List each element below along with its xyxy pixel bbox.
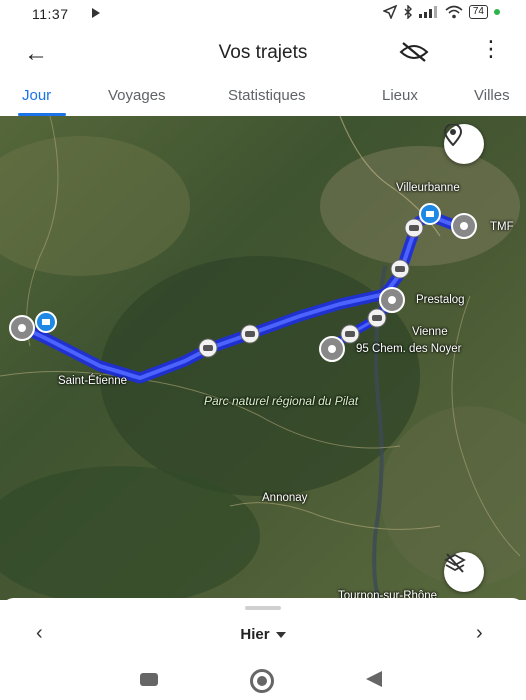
shopping-pin[interactable] (419, 203, 441, 225)
car-marker[interactable] (390, 259, 410, 279)
tab-voyages[interactable]: Voyages (108, 87, 166, 104)
dropdown-caret-icon (275, 632, 286, 639)
car-marker[interactable] (340, 324, 360, 344)
place-pin[interactable] (9, 315, 35, 341)
tab-bar: Jour Voyages Statistiques Lieux Villes (0, 78, 526, 116)
media-playing-icon (92, 8, 100, 18)
map-label-address: 95 Chem. des Noyer (356, 343, 462, 355)
next-day-icon[interactable]: › (476, 622, 483, 645)
map-label-annonay: Annonay (262, 492, 308, 504)
tab-jour[interactable]: Jour (22, 87, 51, 104)
map-label-villeurbanne: Villeurbanne (396, 182, 460, 194)
place-pin[interactable] (319, 336, 345, 362)
car-marker[interactable] (240, 324, 260, 344)
map-layer-toggle-button[interactable] (444, 552, 484, 592)
map-label-park: Parc naturel régional du Pilat (204, 394, 359, 408)
signal-icon (418, 6, 437, 18)
status-bar: 11:37 74 (0, 0, 526, 30)
app-bar: ← Vos trajets ⋮ (0, 30, 526, 76)
place-pin[interactable] (379, 287, 405, 313)
map-label-vienne: Vienne (412, 326, 448, 338)
notification-dot (494, 9, 500, 15)
tab-villes[interactable]: Villes (474, 87, 510, 104)
location-arrow-icon (382, 5, 397, 19)
map-label-saint-etienne: Saint-Étienne (58, 375, 128, 387)
page-title: Vos trajets (218, 42, 308, 63)
tab-statistiques[interactable]: Statistiques (228, 87, 306, 104)
place-pin[interactable] (451, 213, 477, 239)
sheet-drag-handle[interactable] (245, 606, 281, 610)
car-marker[interactable] (404, 218, 424, 238)
map-location-button[interactable] (444, 124, 484, 164)
map-label-tmf: TMF (490, 221, 514, 233)
wifi-icon (445, 5, 463, 19)
recent-apps-icon[interactable] (140, 673, 158, 686)
status-icons: 74 (382, 5, 500, 19)
day-selector[interactable]: Hier (0, 626, 526, 643)
more-options-icon[interactable]: ⋮ (480, 38, 502, 60)
car-marker[interactable] (198, 338, 218, 358)
hide-visibility-icon[interactable] (398, 40, 430, 64)
day-label: Hier (240, 626, 270, 643)
system-navigation-bar (0, 660, 526, 700)
battery-indicator: 74 (468, 5, 488, 19)
map-label-prestalog: Prestalog (416, 294, 465, 306)
home-icon[interactable] (250, 669, 274, 693)
shopping-pin[interactable] (35, 311, 57, 333)
bluetooth-icon (404, 5, 412, 19)
tab-lieux[interactable]: Lieux (382, 87, 418, 104)
back-triangle-icon[interactable] (366, 671, 382, 687)
status-time: 11:37 (32, 6, 69, 22)
layers-off-icon (444, 553, 466, 573)
map-view[interactable]: Villeurbanne TMF Prestalog Vienne 95 Che… (0, 116, 526, 600)
location-pin-icon (444, 124, 462, 146)
car-marker[interactable] (367, 308, 387, 328)
